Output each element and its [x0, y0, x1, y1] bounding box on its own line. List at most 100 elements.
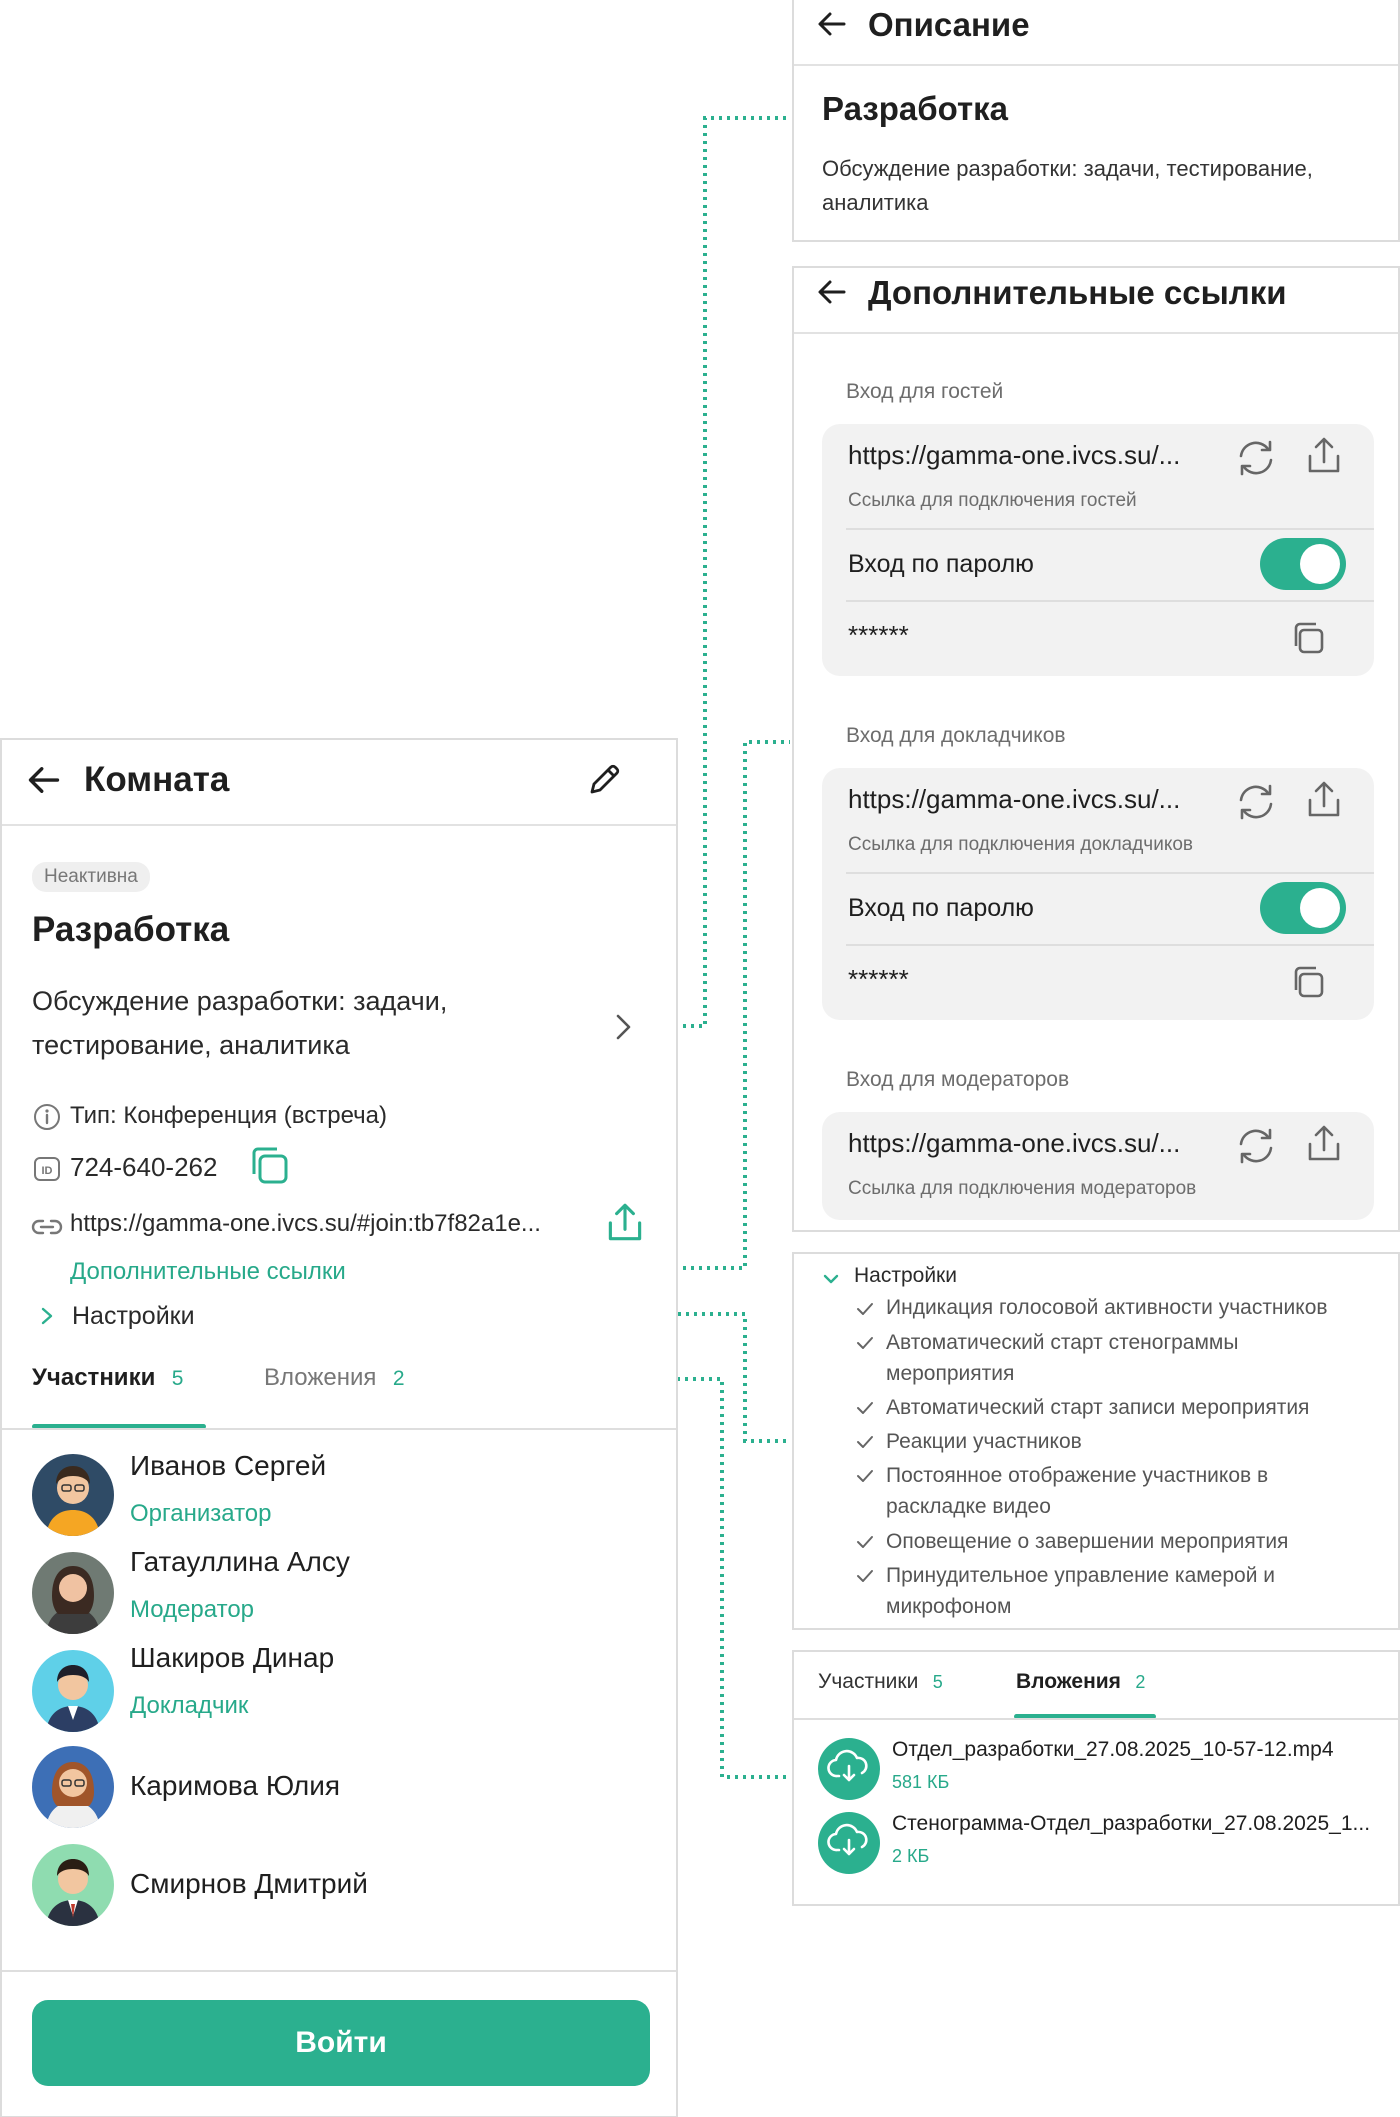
links-title: Дополнительные ссылки — [868, 274, 1287, 311]
file-item[interactable]: Стенограмма-Отдел_разработки_27.08.2025_… — [794, 1806, 1398, 1878]
join-button[interactable]: Войти — [32, 2000, 650, 2086]
speakers-password-label: Вход по паролю — [848, 894, 1034, 922]
speakers-url[interactable]: https://gamma-one.ivcs.su/... — [848, 784, 1180, 815]
speakers-card: https://gamma-one.ivcs.su/... Ссылка для… — [822, 768, 1374, 1020]
settings-title[interactable]: Настройки — [854, 1264, 957, 1288]
speakers-password-toggle[interactable] — [1260, 882, 1346, 934]
links-panel: Дополнительные ссылки Вход для гостей ht… — [792, 266, 1400, 1232]
status-badge: Неактивна — [32, 862, 150, 892]
list-item[interactable]: Смирнов Дмитрий — [2, 1834, 676, 1930]
avatar — [32, 1454, 114, 1536]
tab-attachments[interactable]: Вложения 2 — [1016, 1670, 1145, 1694]
list-item[interactable]: Шакиров Динар Докладчик — [2, 1642, 676, 1732]
download-button[interactable] — [818, 1738, 880, 1800]
refresh-icon[interactable] — [1234, 1124, 1278, 1168]
tab-attachments-count: 2 — [392, 1367, 405, 1390]
share-icon[interactable] — [1302, 1122, 1346, 1166]
avatar — [32, 1844, 114, 1926]
file-item[interactable]: Отдел_разработки_27.08.2025_10-57-12.mp4… — [794, 1732, 1398, 1804]
download-button[interactable] — [818, 1812, 880, 1874]
divider — [846, 944, 1374, 946]
room-description-line1: Обсуждение разработки: задачи, — [32, 986, 448, 1016]
participant-role: Докладчик — [130, 1692, 249, 1719]
attachments-panel: Участники 5 Вложения 2 Отдел_разработки_… — [792, 1650, 1400, 1906]
divider — [846, 600, 1374, 602]
description-name: Разработка — [822, 90, 1008, 127]
refresh-icon[interactable] — [1234, 780, 1278, 824]
copy-id-icon[interactable] — [246, 1142, 292, 1188]
list-item[interactable]: Иванов Сергей Организатор — [2, 1450, 676, 1540]
list-item[interactable]: Гатауллина Алсу Модератор — [2, 1546, 676, 1636]
description-panel: Описание Разработка Обсуждение разработк… — [792, 0, 1400, 242]
check-icon — [857, 1436, 873, 1448]
settings-panel: Настройки Индикация голосовой активности… — [792, 1252, 1400, 1630]
join-button-label: Войти — [295, 2026, 387, 2059]
chevron-down-icon[interactable] — [820, 1268, 842, 1290]
participant-role: Организатор — [130, 1500, 272, 1527]
tab-participants-label: Участники — [32, 1364, 156, 1391]
copy-icon[interactable] — [1288, 618, 1328, 658]
setting-item-continued: мероприятия — [886, 1362, 1015, 1385]
room-id: 724-640-262 — [70, 1152, 218, 1182]
pencil-icon[interactable] — [584, 760, 624, 800]
tab-participants-count: 5 — [171, 1367, 184, 1390]
tab-attachments[interactable]: Вложения 2 — [264, 1364, 405, 1410]
description-text-line1: Обсуждение разработки: задачи, тестирова… — [822, 156, 1313, 181]
share-link-icon[interactable] — [602, 1200, 648, 1246]
room-link[interactable]: https://gamma-one.ivcs.su/#join:tb7f82a1… — [70, 1210, 541, 1238]
settings-toggle[interactable]: Настройки — [72, 1302, 195, 1331]
share-icon[interactable] — [1302, 778, 1346, 822]
tab-participants[interactable]: Участники 5 — [32, 1364, 183, 1410]
refresh-icon[interactable] — [1234, 436, 1278, 480]
tab-participants[interactable]: Участники 5 — [818, 1670, 943, 1694]
tab-participants-label: Участники — [818, 1670, 919, 1693]
link-icon — [31, 1219, 63, 1235]
room-panel: Комната Неактивна Разработка Обсуждение … — [0, 738, 678, 2117]
share-icon[interactable] — [1302, 434, 1346, 478]
file-size: 581 КБ — [892, 1772, 950, 1792]
room-title: Комната — [84, 760, 230, 799]
setting-item: Оповещение о завершении мероприятия — [886, 1530, 1289, 1553]
file-name: Стенограмма-Отдел_разработки_27.08.2025_… — [892, 1812, 1371, 1835]
participant-role: Модератор — [130, 1596, 255, 1623]
room-type: Тип: Конференция (встреча) — [70, 1102, 387, 1129]
room-header: Комната — [2, 740, 676, 826]
guests-caption: Ссылка для подключения гостей — [848, 490, 1137, 511]
guests-url[interactable]: https://gamma-one.ivcs.su/... — [848, 440, 1180, 471]
file-name: Отдел_разработки_27.08.2025_10-57-12.mp4 — [892, 1738, 1334, 1761]
description-title: Описание — [868, 6, 1030, 43]
setting-item: Автоматический старт записи мероприятия — [886, 1396, 1310, 1419]
footer-divider — [2, 1970, 676, 1972]
list-item[interactable]: Каримова Юлия — [2, 1738, 676, 1834]
speakers-section-label: Вход для докладчиков — [846, 724, 1066, 747]
back-arrow-icon[interactable] — [816, 8, 848, 40]
moderators-url[interactable]: https://gamma-one.ivcs.su/... — [848, 1128, 1180, 1159]
divider — [846, 872, 1374, 874]
tabs-divider — [794, 1718, 1398, 1720]
participant-name: Гатауллина Алсу — [130, 1546, 350, 1577]
chevron-right-icon[interactable] — [612, 1010, 636, 1044]
back-arrow-icon[interactable] — [26, 762, 62, 798]
participant-name: Смирнов Дмитрий — [130, 1868, 368, 1899]
setting-item: Реакции участников — [886, 1430, 1082, 1453]
tabs-divider — [2, 1428, 676, 1430]
room-description[interactable]: Обсуждение разработки: задачи, тестирова… — [2, 980, 676, 1060]
setting-item-continued: раскладке видео — [886, 1495, 1051, 1518]
chevron-right-icon[interactable] — [38, 1304, 56, 1328]
tab-attachments-label: Вложения — [264, 1364, 377, 1391]
setting-item: Принудительное управление камерой и — [886, 1564, 1276, 1587]
back-arrow-icon[interactable] — [816, 276, 848, 308]
moderators-section-label: Вход для модераторов — [846, 1068, 1070, 1091]
check-icon — [857, 1402, 873, 1414]
avatar — [32, 1552, 114, 1634]
guests-password-value: ****** — [848, 620, 909, 650]
check-icon — [857, 1337, 873, 1349]
moderators-card: https://gamma-one.ivcs.su/... Ссылка для… — [822, 1112, 1374, 1220]
check-icon — [857, 1570, 873, 1582]
guests-password-toggle[interactable] — [1260, 538, 1346, 590]
avatar — [32, 1746, 114, 1828]
room-description-line2: тестирование, аналитика — [32, 1030, 350, 1060]
avatar — [32, 1650, 114, 1732]
copy-icon[interactable] — [1288, 962, 1328, 1002]
extra-links-link[interactable]: Дополнительные ссылки — [70, 1258, 346, 1286]
